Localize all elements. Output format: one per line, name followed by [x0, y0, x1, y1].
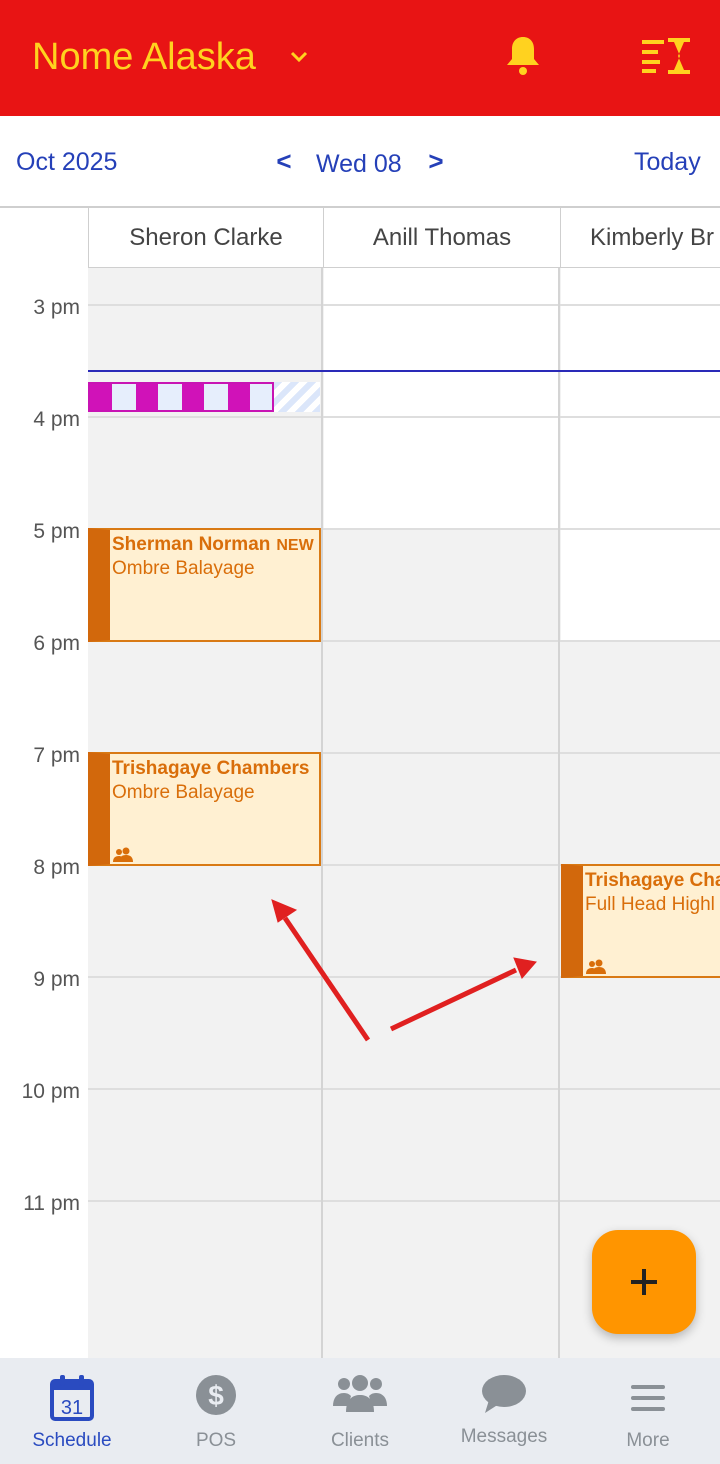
svg-text:$: $ — [208, 1380, 224, 1411]
chat-icon — [482, 1375, 526, 1413]
available-slot[interactable] — [324, 268, 560, 528]
staff-header[interactable]: Kimberly Br — [560, 208, 720, 268]
column-divider — [321, 268, 323, 1358]
time-gutter: 3 pm 4 pm 5 pm 6 pm 7 pm 8 pm 9 pm 10 pm… — [0, 268, 88, 1358]
dollar-icon: $ — [196, 1375, 236, 1415]
calendar-day-number: 31 — [61, 1397, 83, 1419]
time-label: 9 pm — [33, 968, 80, 991]
appointment-card[interactable]: Sherman Norman NEW Ombre Balayage — [88, 528, 321, 642]
plus-icon — [631, 1269, 657, 1295]
nav-label: POS — [195, 1430, 237, 1451]
location-selector[interactable]: Nome Alaska — [32, 36, 256, 79]
schedule-grid[interactable]: 3 pm 4 pm 5 pm 6 pm 7 pm 8 pm 9 pm 10 pm… — [0, 268, 720, 1358]
calendar-icon: 31 — [50, 1375, 94, 1421]
staff-header-row: Sheron Clarke Anill Thomas Kimberly Br — [0, 208, 720, 268]
current-time-line — [88, 370, 720, 372]
nav-clients[interactable]: Clients — [288, 1358, 432, 1464]
bottom-nav: 31 Schedule $ POS Clients Messages More — [0, 1358, 720, 1464]
nav-messages[interactable]: Messages — [432, 1358, 576, 1464]
menu-icon — [631, 1385, 665, 1411]
group-booking-icon — [586, 959, 606, 974]
bell-icon[interactable] — [504, 34, 542, 76]
blocked-time-block[interactable] — [88, 382, 274, 412]
time-label: 3 pm — [33, 296, 80, 319]
today-button[interactable]: Today — [634, 148, 701, 177]
current-day-label[interactable]: Wed 08 — [316, 150, 402, 179]
people-icon — [333, 1375, 387, 1412]
appointment-client: Sherman Norman — [112, 534, 271, 555]
hour-line — [88, 1088, 720, 1090]
appointment-service: Ombre Balayage — [112, 782, 255, 803]
blocked-time-hatch — [274, 382, 320, 412]
hour-line — [88, 1200, 720, 1202]
group-booking-icon — [113, 847, 133, 862]
nav-pos[interactable]: $ POS — [144, 1358, 288, 1464]
month-label[interactable]: Oct 2025 — [16, 148, 117, 177]
nav-more[interactable]: More — [576, 1358, 720, 1464]
nav-label: More — [626, 1430, 670, 1451]
staff-header[interactable]: Anill Thomas — [323, 208, 560, 268]
time-label: 11 pm — [23, 1192, 80, 1215]
new-client-badge: NEW — [276, 537, 314, 554]
chevron-down-icon[interactable] — [288, 46, 310, 68]
appointment-card[interactable]: Trishagaye Cha Full Head Highl — [561, 864, 720, 978]
next-day-button[interactable]: > — [424, 146, 448, 177]
nav-label: Schedule — [32, 1430, 112, 1451]
appointment-service: Ombre Balayage — [112, 558, 255, 579]
time-label: 6 pm — [33, 632, 80, 655]
appointment-service: Full Head Highl — [585, 894, 715, 915]
available-slot[interactable] — [561, 268, 720, 640]
time-label: 5 pm — [33, 520, 80, 543]
nav-label: Messages — [460, 1426, 548, 1447]
time-label: 10 pm — [21, 1080, 80, 1103]
previous-day-button[interactable]: < — [272, 146, 296, 177]
staff-header[interactable]: Sheron Clarke — [88, 208, 323, 268]
appointment-client-row: Sherman Norman NEW — [112, 534, 314, 556]
date-bar: Oct 2025 < Wed 08 > Today — [0, 116, 720, 208]
hour-line — [88, 304, 720, 306]
nav-label: Clients — [330, 1430, 390, 1451]
appointment-client: Trishagaye Cha — [585, 870, 720, 891]
waitlist-hourglass-icon[interactable] — [640, 36, 692, 76]
add-appointment-button[interactable] — [592, 1230, 696, 1334]
nav-schedule[interactable]: 31 Schedule — [0, 1358, 144, 1464]
time-label: 7 pm — [33, 744, 80, 767]
time-label: 4 pm — [33, 408, 80, 431]
hour-line — [88, 416, 720, 418]
appointment-card[interactable]: Trishagaye Chambers Ombre Balayage — [88, 752, 321, 866]
appointment-client: Trishagaye Chambers — [112, 758, 310, 779]
column-divider — [558, 268, 560, 1358]
app-header: Nome Alaska — [0, 0, 720, 116]
time-label: 8 pm — [33, 856, 80, 879]
